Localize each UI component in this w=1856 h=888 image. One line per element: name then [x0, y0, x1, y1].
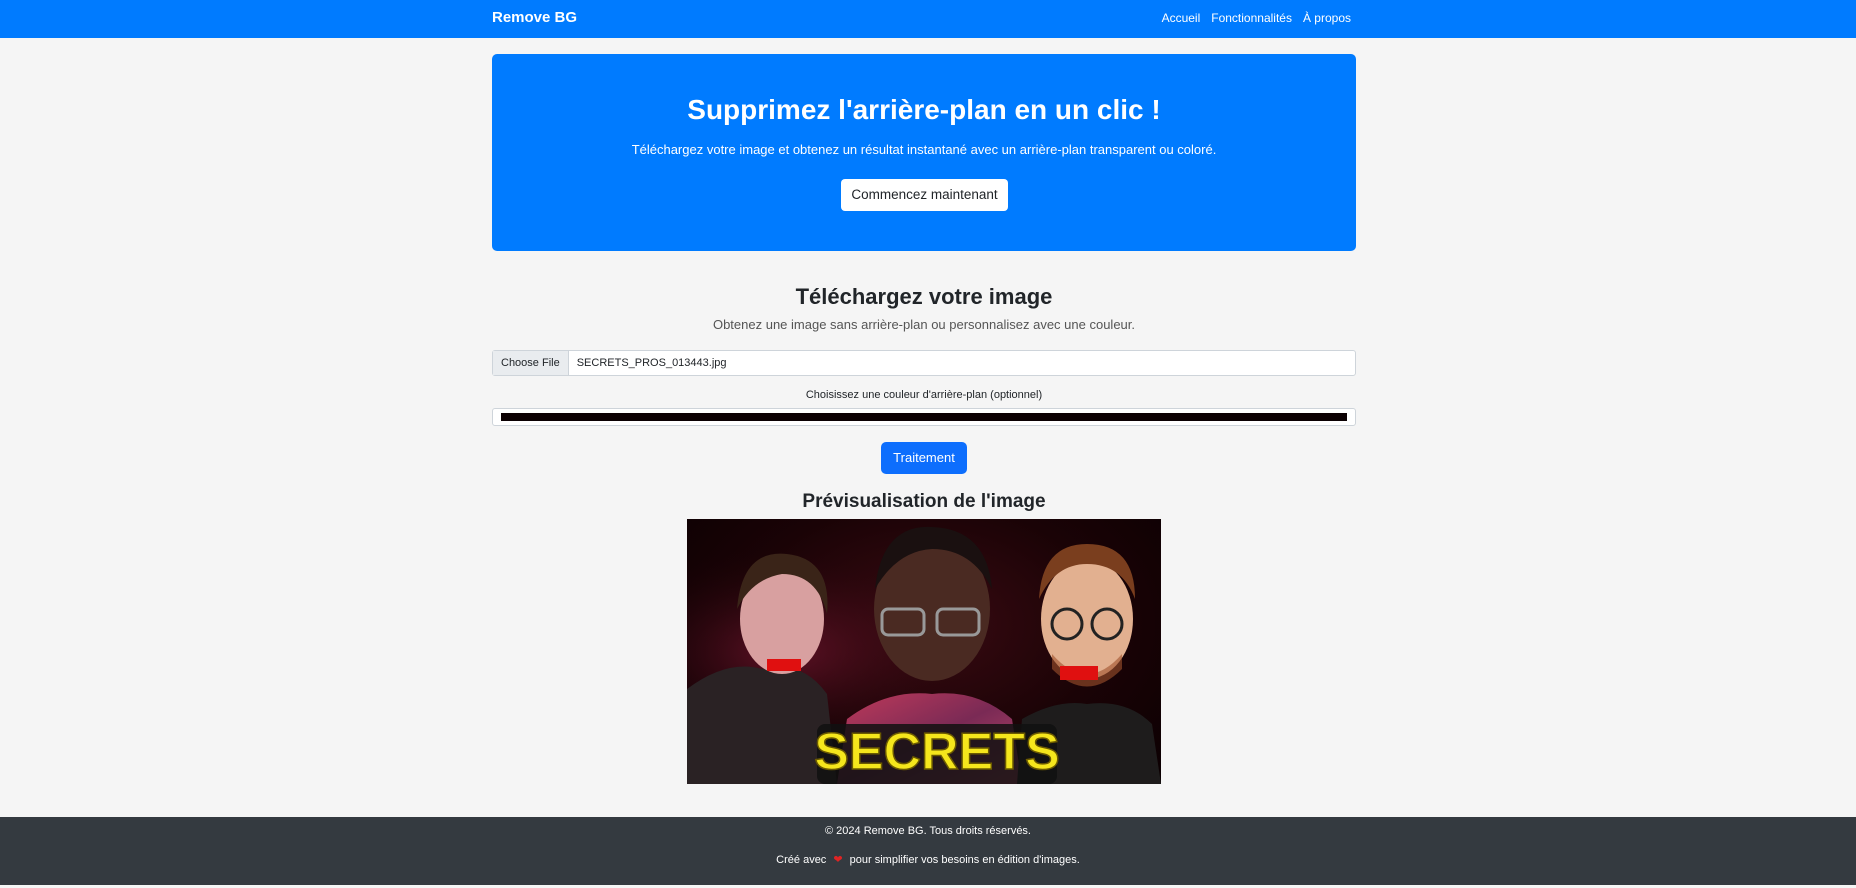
upload-subtitle: Obtenez une image sans arrière-plan ou p… [712, 317, 1136, 332]
preview-title: Prévisualisation de l'image [802, 491, 1046, 512]
preview-image: SECRETS [687, 519, 1161, 784]
upload-title: Téléchargez votre image [795, 284, 1053, 309]
tagline-before: Créé avec [776, 854, 827, 866]
hero-banner: Supprimez l'arrière-plan en un clic ! Té… [492, 54, 1356, 251]
footer-tagline: Créé avec ❤ pour simplifier vos besoins … [0, 853, 1856, 866]
start-now-button[interactable]: Commencez maintenant [841, 179, 1008, 211]
tagline-after: pour simplifier vos besoins en édition d… [849, 854, 1080, 866]
file-name: SECRETS_PROS_013443.jpg [576, 357, 727, 369]
choose-file-button[interactable]: Choose File [493, 351, 569, 375]
nav-link-fonctionnalites[interactable]: Fonctionnalités [1211, 11, 1292, 25]
file-input[interactable]: Choose File SECRETS_PROS_013443.jpg [492, 350, 1356, 376]
hero-title: Supprimez l'arrière-plan en un clic ! [687, 94, 1161, 125]
brand-logo[interactable]: Remove BG [492, 9, 577, 26]
heart-icon: ❤ [833, 854, 843, 866]
nav-links: Accueil Fonctionnalités À propos [1162, 11, 1351, 25]
hero-subtitle: Téléchargez votre image et obtenez un ré… [631, 142, 1217, 157]
nav-link-a-propos[interactable]: À propos [1303, 11, 1351, 25]
navbar: Remove BG Accueil Fonctionnalités À prop… [0, 0, 1856, 38]
copyright-text: © 2024 Remove BG. Tous droits réservés. [825, 825, 1031, 837]
color-label: Choisissez une couleur d'arrière-plan (o… [805, 389, 1043, 401]
nav-link-accueil[interactable]: Accueil [1162, 11, 1201, 25]
preview-caption: SECRETS [814, 723, 1060, 781]
footer: © 2024 Remove BG. Tous droits réservés. … [0, 817, 1856, 885]
background-color-picker[interactable] [492, 408, 1356, 426]
color-swatch [501, 413, 1347, 421]
process-button[interactable]: Traitement [881, 442, 967, 474]
preview-image-graphic: SECRETS [687, 519, 1161, 784]
